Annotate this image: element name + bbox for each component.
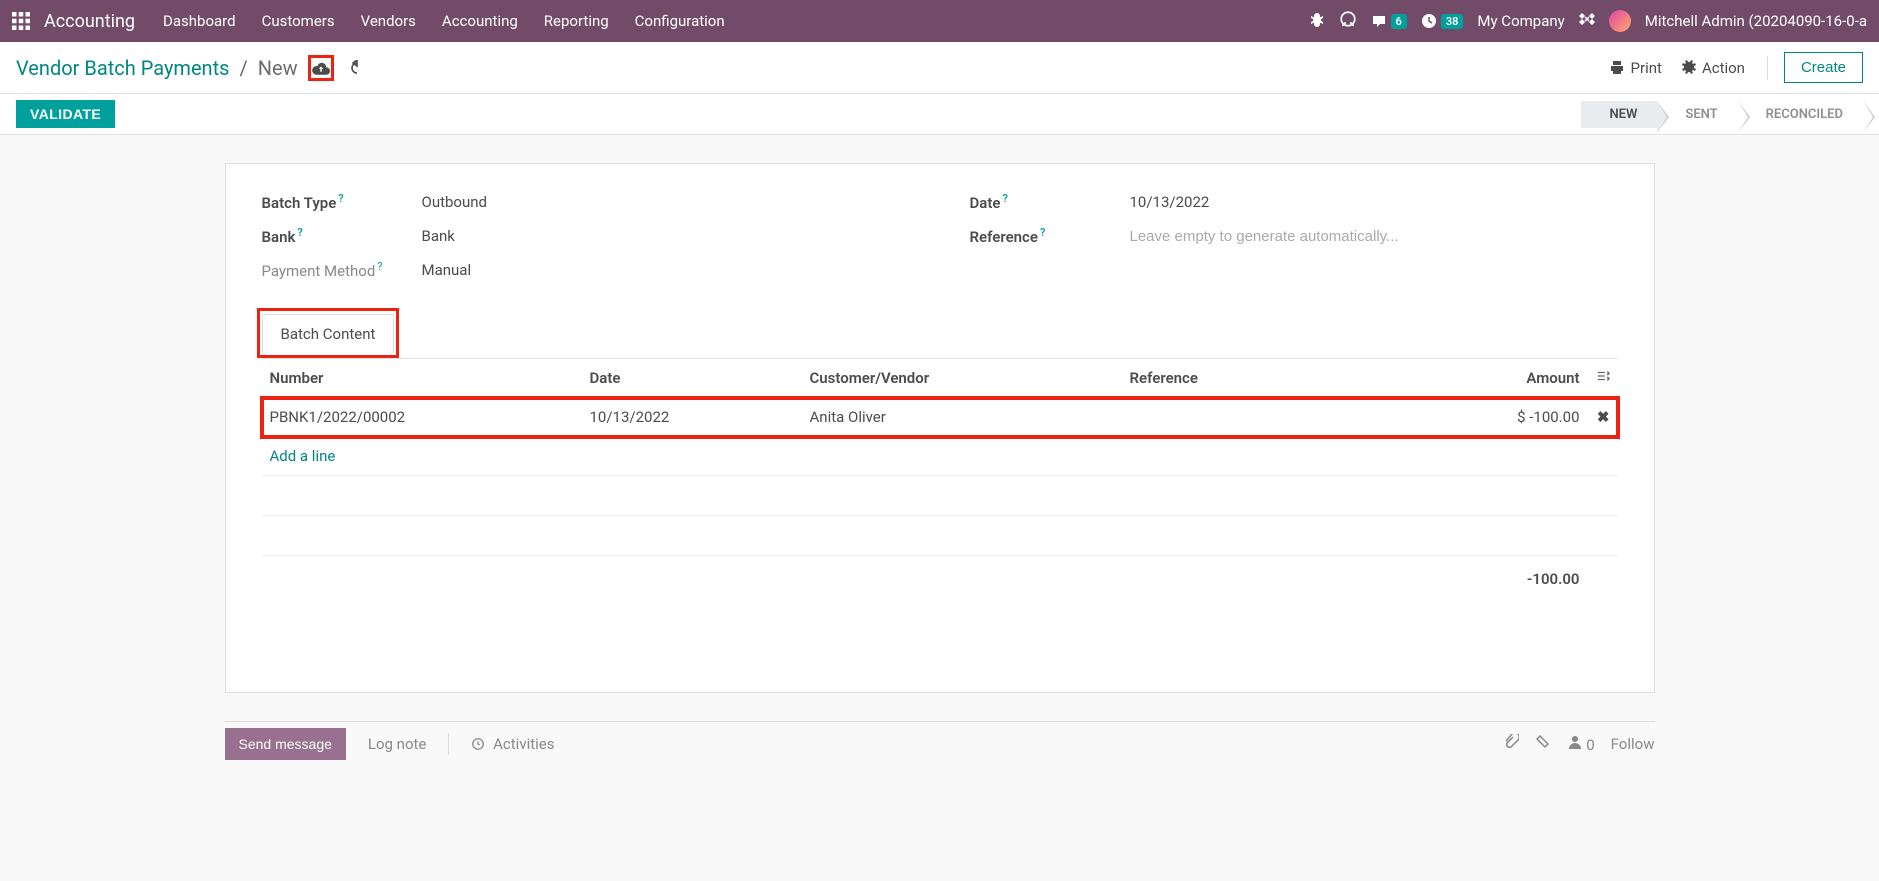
table-row: Add a line: [262, 437, 1618, 476]
support-icon[interactable]: [1339, 10, 1357, 32]
messages-button[interactable]: 6: [1371, 13, 1407, 29]
follow-button[interactable]: Follow: [1611, 735, 1655, 753]
navbar-right: 6 38 My Company Mitchell Admin (20204090…: [1309, 10, 1867, 32]
help-icon[interactable]: ?: [377, 260, 382, 273]
menu-reporting[interactable]: Reporting: [544, 12, 609, 30]
total-row: -100.00: [262, 556, 1618, 603]
table-row: [262, 516, 1618, 556]
app-name[interactable]: Accounting: [44, 11, 135, 32]
company-switcher[interactable]: My Company: [1477, 12, 1564, 30]
breadcrumb-root[interactable]: Vendor Batch Payments: [16, 56, 229, 80]
menu-accounting[interactable]: Accounting: [442, 12, 518, 30]
label-date: Date?: [970, 192, 1130, 212]
batch-content-table: Number Date Customer/Vendor Reference Am…: [262, 359, 1618, 602]
cell-cv[interactable]: Anita Oliver: [802, 398, 1122, 437]
activities-button[interactable]: 38: [1421, 13, 1464, 29]
label-batch-type: Batch Type?: [262, 192, 422, 212]
cell-ref[interactable]: [1122, 398, 1448, 437]
help-icon[interactable]: ?: [1040, 226, 1045, 239]
activities-button[interactable]: Activities: [471, 735, 554, 753]
activities-badge: 38: [1441, 14, 1464, 29]
th-number[interactable]: Number: [262, 359, 582, 398]
add-a-line[interactable]: Add a line: [270, 447, 336, 465]
action-button[interactable]: Action: [1680, 59, 1745, 77]
table-row: [262, 476, 1618, 516]
status-new[interactable]: NEW: [1581, 101, 1657, 128]
messages-badge: 6: [1391, 14, 1407, 29]
form-sheet: Batch Type? Outbound Bank? Bank Payment …: [225, 163, 1655, 693]
menu-configuration[interactable]: Configuration: [635, 12, 725, 30]
cell-date[interactable]: 10/13/2022: [582, 398, 802, 437]
save-cloud-icon[interactable]: [308, 55, 334, 81]
breadcrumb: Vendor Batch Payments / New: [16, 55, 370, 81]
bug-icon[interactable]: [1309, 11, 1325, 31]
print-label: Print: [1631, 59, 1662, 77]
action-label: Action: [1702, 59, 1745, 77]
th-ref[interactable]: Reference: [1122, 359, 1448, 398]
control-bar: Vendor Batch Payments / New Print Action…: [0, 42, 1879, 94]
log-note-button[interactable]: Log note: [368, 735, 426, 753]
avatar[interactable]: [1609, 10, 1631, 32]
help-icon[interactable]: ?: [1002, 192, 1007, 205]
input-reference[interactable]: [1130, 228, 1450, 245]
cell-number[interactable]: PBNK1/2022/00002: [262, 398, 582, 437]
discard-icon[interactable]: [344, 55, 370, 81]
th-amount[interactable]: Amount: [1448, 359, 1588, 398]
value-batch-type[interactable]: Outbound: [422, 193, 488, 211]
cell-amount[interactable]: $ -100.00: [1448, 398, 1588, 437]
remove-row-icon[interactable]: ✖: [1597, 408, 1610, 426]
value-payment-method[interactable]: Manual: [422, 261, 472, 279]
user-menu[interactable]: Mitchell Admin (20204090-16-0-a: [1645, 12, 1867, 30]
menu-customers[interactable]: Customers: [262, 12, 335, 30]
chatter: Send message Log note Activities 0 Follo…: [225, 721, 1655, 760]
status-steps: NEW SENT RECONCILED: [1581, 101, 1863, 128]
apps-icon[interactable]: [12, 12, 30, 30]
label-bank: Bank?: [262, 226, 422, 246]
menu-dashboard[interactable]: Dashboard: [163, 12, 236, 30]
table-row[interactable]: PBNK1/2022/00002 10/13/2022 Anita Oliver…: [262, 398, 1618, 437]
value-bank[interactable]: Bank: [422, 227, 455, 245]
breadcrumb-sep: /: [239, 56, 247, 80]
status-sent[interactable]: SENT: [1657, 101, 1737, 128]
label-payment-method: Payment Method?: [262, 260, 422, 280]
help-icon[interactable]: ?: [338, 192, 343, 205]
breadcrumb-current: New: [258, 56, 298, 80]
th-optional-cols[interactable]: [1588, 359, 1618, 398]
validate-button[interactable]: VALIDATE: [16, 100, 115, 128]
status-reconciled[interactable]: RECONCILED: [1738, 101, 1863, 128]
th-cv[interactable]: Customer/Vendor: [802, 359, 1122, 398]
attachment-icon[interactable]: [1503, 734, 1519, 754]
settings-icon[interactable]: [1579, 11, 1595, 31]
status-bar: VALIDATE NEW SENT RECONCILED: [0, 94, 1879, 135]
value-date[interactable]: 10/13/2022: [1130, 193, 1210, 211]
tab-batch-content[interactable]: Batch Content: [262, 314, 395, 354]
th-date[interactable]: Date: [582, 359, 802, 398]
followers-button[interactable]: 0: [1567, 734, 1595, 754]
help-icon[interactable]: ?: [297, 226, 302, 239]
create-button[interactable]: Create: [1784, 52, 1863, 83]
main-menu: Dashboard Customers Vendors Accounting R…: [163, 12, 1308, 30]
follow-section: 0 Follow: [1503, 734, 1655, 754]
menu-vendors[interactable]: Vendors: [361, 12, 416, 30]
print-button[interactable]: Print: [1609, 59, 1662, 77]
total-amount: -100.00: [1448, 556, 1588, 603]
attachment-icon-2[interactable]: [1535, 734, 1551, 754]
send-message-button[interactable]: Send message: [225, 728, 346, 760]
label-reference: Reference?: [970, 226, 1130, 246]
main-navbar: Accounting Dashboard Customers Vendors A…: [0, 0, 1879, 42]
